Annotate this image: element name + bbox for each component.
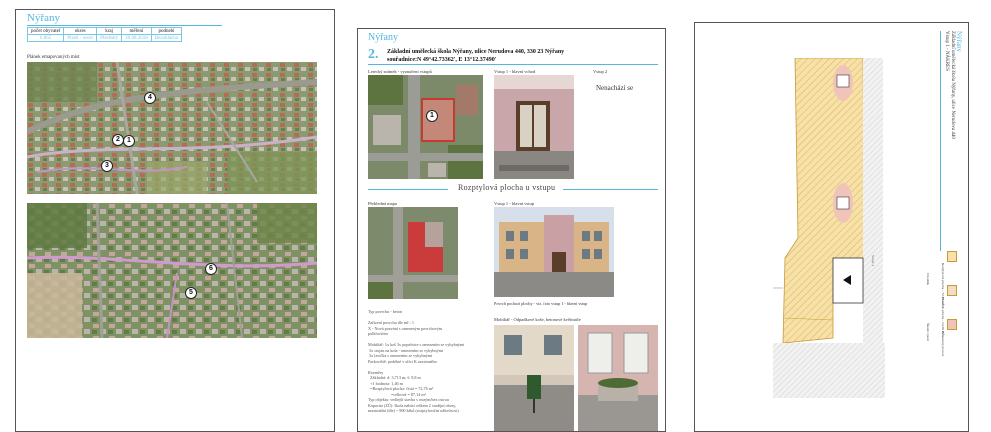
header-weather: podnebí bbox=[150, 27, 183, 35]
aerial-map-2: 6 5 bbox=[27, 203, 317, 338]
planter-photo bbox=[578, 325, 658, 431]
info-table: počet obyvatel okres kraj měření podnebí… bbox=[26, 27, 183, 42]
title-underline bbox=[27, 25, 222, 26]
caption-aerial: Letecký snímek - vyznačení vstupů bbox=[368, 69, 432, 74]
entry-heading: Základní umělecká škola Nýřany, ulice Ne… bbox=[950, 31, 955, 139]
map-pin[interactable]: 1 bbox=[123, 135, 135, 147]
page-title: Nýřany bbox=[955, 31, 963, 52]
legend-note: Školní vjezd bbox=[926, 323, 930, 341]
aerial-map-1: 4 2 1 3 bbox=[27, 62, 317, 194]
legend-swatch-sidewalk bbox=[947, 285, 957, 296]
map-pin[interactable]: 4 bbox=[144, 92, 156, 104]
rotated-header: Nýřany Základní umělecká škola Nýřany, u… bbox=[944, 31, 963, 139]
bin-photo bbox=[494, 325, 574, 431]
caption-entrance-2: Vstup 2 bbox=[593, 69, 608, 74]
map-pin[interactable]: 5 bbox=[185, 287, 197, 299]
header-population: počet obyvatel bbox=[26, 27, 65, 35]
caption-map: Přehledná mapa bbox=[368, 201, 397, 206]
value-weather: Bezoblačno bbox=[150, 34, 183, 42]
section-title: Rozptylová plocha u vstupu bbox=[458, 183, 556, 192]
entry-subheading: Vstup 1 - NÁKRES bbox=[944, 31, 949, 71]
section-line-left bbox=[368, 189, 448, 190]
section-line-right bbox=[563, 189, 658, 190]
entry-coordinates: souřadnice:N 49°42.73362', E 13°12.37490… bbox=[387, 57, 497, 63]
legend-label: Chodník plocha - 14,38 m² bbox=[941, 297, 945, 335]
value-population: 6 865 bbox=[26, 34, 65, 42]
header-region: kraj bbox=[96, 27, 123, 35]
header-rule bbox=[940, 31, 941, 251]
aerial-photo: 1 bbox=[368, 75, 483, 179]
note-entrance: Vstup 1 bbox=[871, 255, 875, 266]
entrance-photo bbox=[494, 75, 574, 179]
entrance-pin[interactable]: 1 bbox=[426, 110, 438, 122]
value-region: Plzeňský bbox=[96, 34, 123, 42]
site-plan bbox=[773, 58, 885, 398]
value-district: Plzeň - sever bbox=[63, 34, 98, 42]
entry-heading: Základní umělecká škola Nýřany, ulice Ne… bbox=[387, 49, 565, 55]
value-measurement: 29.08.2018 bbox=[121, 34, 152, 42]
details-text: Typ povrchu - beton Zařízení povrchu dle… bbox=[368, 309, 465, 413]
page-3: Nýřany Základní umělecká škola Nýřany, u… bbox=[694, 22, 969, 432]
overview-map bbox=[368, 207, 458, 299]
header-measurement: měření bbox=[121, 27, 152, 35]
heading-underline bbox=[368, 64, 658, 65]
caption-entrance-1: Vstup 1 - hlavní vchod bbox=[494, 69, 536, 74]
page-title: Nýřany bbox=[27, 12, 60, 24]
legend-swatch-restricted bbox=[947, 319, 957, 330]
plan-notes: Vstup 1 bbox=[871, 255, 875, 266]
page-title: Nýřany bbox=[368, 32, 398, 43]
legend-note: Chodník bbox=[926, 273, 930, 286]
header-district: okres bbox=[63, 27, 98, 35]
legend-label: Zamezený provoz bbox=[941, 331, 945, 357]
caption-entrance-view: Vstup 1 - hlavní vstup bbox=[494, 201, 534, 206]
entry-number: 2. bbox=[368, 47, 379, 62]
caption-furniture: Mobiliář - Odpadkové koše, betonové květ… bbox=[494, 317, 581, 322]
map-caption: Plánek emapovaných míst bbox=[27, 55, 80, 60]
missing-note: Nenachází se bbox=[596, 84, 634, 92]
map-pin[interactable]: 6 bbox=[205, 263, 217, 275]
page-1: Nýřany počet obyvatel okres kraj měření … bbox=[15, 9, 335, 432]
caption-surface: Povrch pochozí plochy - viz. foto vstup … bbox=[494, 301, 588, 306]
building-photo bbox=[494, 207, 614, 297]
page-2: Nýřany 2. Základní umělecká škola Nýřany… bbox=[357, 28, 666, 432]
legend-swatch-dispersion bbox=[947, 251, 957, 262]
map-pin[interactable]: 3 bbox=[101, 160, 113, 172]
